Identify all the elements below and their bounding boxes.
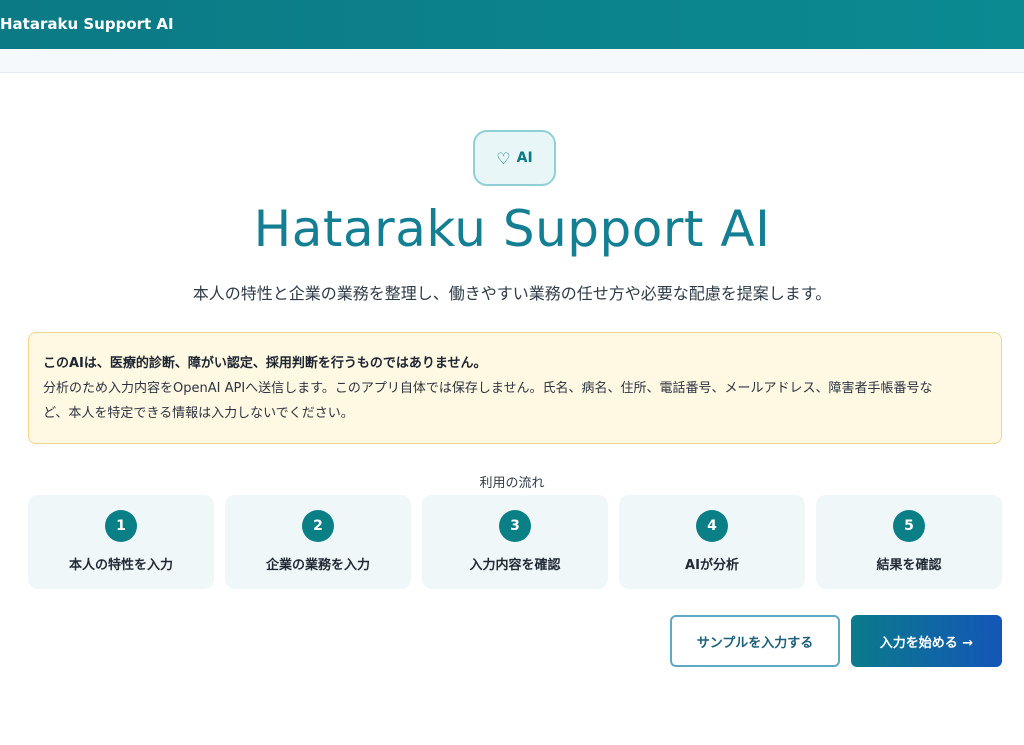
flow-step-3: 3 入力内容を確認 [422, 495, 608, 589]
ai-badge: ♡ AI [473, 130, 556, 186]
disclaimer-notice: このAIは、医療的診断、障がい認定、採用判断を行うものではありません。 分析のた… [28, 332, 1002, 444]
notice-heading: このAIは、医療的診断、障がい認定、採用判断を行うものではありません。 [43, 356, 487, 371]
flow-steps: 1 本人の特性を入力 2 企業の業務を入力 3 入力内容を確認 4 AIが分析 … [28, 495, 1002, 589]
flow-step-1: 1 本人の特性を入力 [28, 495, 214, 589]
page-subtitle: 本人の特性と企業の業務を整理し、働きやすい業務の任せ方や必要な配慮を提案します。 [192, 284, 832, 303]
step-label: 本人の特性を入力 [68, 558, 173, 573]
step-number-badge: 4 [696, 510, 728, 542]
step-label: AIが分析 [685, 558, 739, 573]
flow-label: 利用の流れ [479, 476, 545, 491]
heart-icon: ♡ [496, 148, 511, 168]
flow-step-2: 2 企業の業務を入力 [225, 495, 411, 589]
step-number-badge: 2 [302, 510, 334, 542]
step-label: 結果を確認 [876, 558, 942, 573]
step-label: 入力内容を確認 [469, 558, 561, 573]
header-subbar [0, 49, 1024, 73]
flow-step-4: 4 AIが分析 [619, 495, 805, 589]
step-number-badge: 5 [893, 510, 925, 542]
page-title: Hataraku Support AI [253, 200, 771, 258]
step-number-badge: 3 [499, 510, 531, 542]
app-header: Hataraku Support AI [0, 0, 1024, 49]
step-label: 企業の業務を入力 [265, 558, 370, 573]
notice-line-1: 分析のため入力内容をOpenAI APIへ送信します。このアプリ自体では保存しま… [43, 381, 933, 396]
flow-step-5: 5 結果を確認 [816, 495, 1002, 589]
notice-line-2: ど、本人を特定できる情報は入力しないでください。 [43, 406, 354, 421]
step-number-badge: 1 [105, 510, 137, 542]
sample-input-button[interactable]: サンプルを入力する [670, 615, 840, 667]
start-input-button[interactable]: 入力を始める → [851, 615, 1002, 667]
ai-badge-label: AI [516, 150, 533, 166]
app-title: Hataraku Support AI [0, 15, 174, 33]
